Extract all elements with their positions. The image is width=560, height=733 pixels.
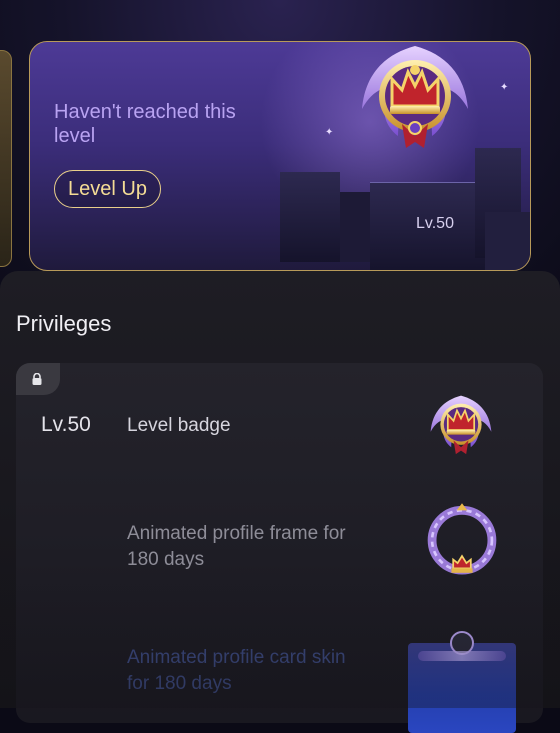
level-status-text: Haven't reached this level <box>54 101 236 147</box>
card-level-label: Lv.50 <box>416 215 454 232</box>
privilege-item-label: Animated profile card skin for 180 days <box>127 647 346 694</box>
profile-frame-icon[interactable] <box>418 498 506 586</box>
lock-icon <box>32 373 42 385</box>
level-up-button[interactable]: Level Up <box>54 170 161 208</box>
level-badge-icon <box>362 46 468 148</box>
sparkle-icon: ✦ <box>325 127 334 138</box>
level-badge-icon[interactable] <box>418 383 504 469</box>
privilege-item-label: Level badge <box>127 415 231 436</box>
privileges-title: Privileges <box>16 311 112 336</box>
privileges-panel: Privileges Lv.50 Level badge Animated pr… <box>0 271 560 733</box>
profile-card-skin-icon[interactable] <box>408 631 516 733</box>
privilege-level: Lv.50 <box>41 413 91 436</box>
previous-level-card[interactable] <box>0 50 12 267</box>
lock-tab <box>16 363 60 395</box>
privilege-item-label: Animated profile frame for 180 days <box>127 523 346 570</box>
privileges-card: Lv.50 Level badge Animated profile frame… <box>16 363 543 733</box>
header-area: Haven't reached this level Level Up Lv.5… <box>0 0 560 290</box>
level-card: Haven't reached this level Level Up Lv.5… <box>29 41 531 271</box>
sparkle-icon: ✦ <box>500 82 509 93</box>
